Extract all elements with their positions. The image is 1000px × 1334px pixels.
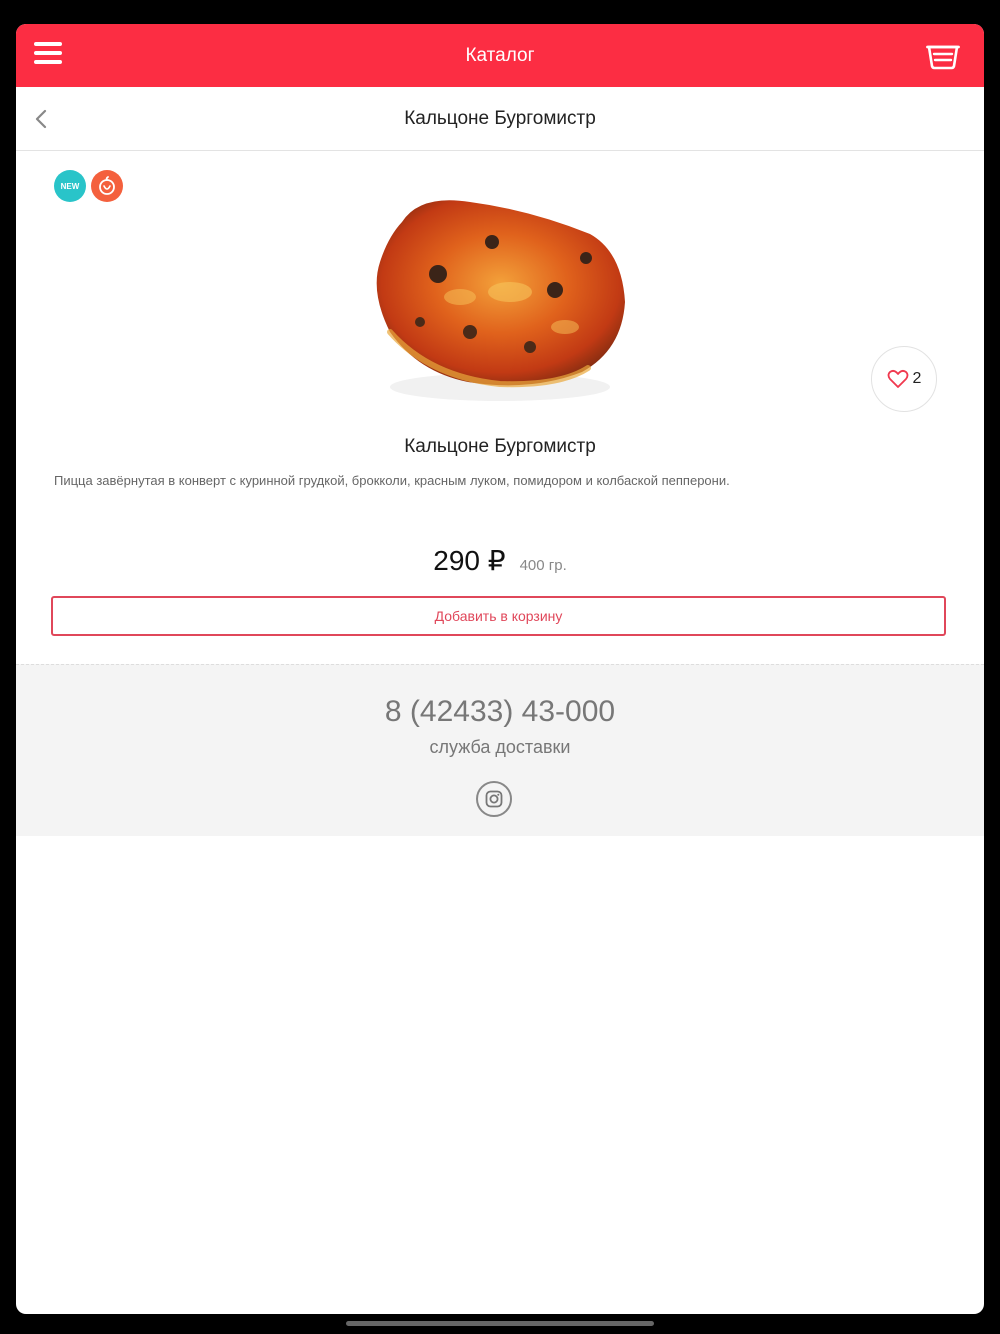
product-weight: 400 гр.: [519, 557, 567, 574]
phone-number[interactable]: 8 (42433) 43-000: [16, 695, 984, 729]
product-price: 290 ₽: [433, 545, 506, 576]
home-indicator[interactable]: [346, 1321, 654, 1326]
footer: 8 (42433) 43-000 служба доставки: [16, 664, 984, 836]
product-badges: NEW: [54, 170, 123, 202]
app-screen: Каталог Кальцоне Бургомистр NEW 2 Кальцо…: [16, 24, 984, 1314]
hamburger-menu-icon[interactable]: [34, 42, 62, 68]
product-description: Пицца завёрнутая в конверт с куринной гр…: [54, 473, 730, 488]
heart-icon: [887, 369, 908, 388]
delivery-label: служба доставки: [429, 737, 571, 757]
basket-icon[interactable]: [926, 38, 960, 72]
chili-pepper-icon: [91, 170, 123, 202]
price-row: 290 ₽ 400 гр.: [16, 544, 984, 577]
page-header: Кальцоне Бургомистр: [16, 87, 984, 151]
new-badge: NEW: [54, 170, 86, 202]
header-title: Каталог: [465, 44, 535, 66]
instagram-icon[interactable]: [476, 781, 512, 817]
product-name: Кальцоне Бургомистр: [404, 436, 596, 457]
favorite-button[interactable]: 2: [871, 346, 937, 412]
likes-count: 2: [912, 370, 922, 387]
page-title: Кальцоне Бургомистр: [404, 107, 596, 129]
product-image: [376, 200, 625, 401]
top-bar: Каталог: [16, 24, 984, 87]
chevron-left-icon[interactable]: [28, 105, 56, 133]
add-to-cart-button[interactable]: Добавить в корзину: [51, 596, 946, 636]
